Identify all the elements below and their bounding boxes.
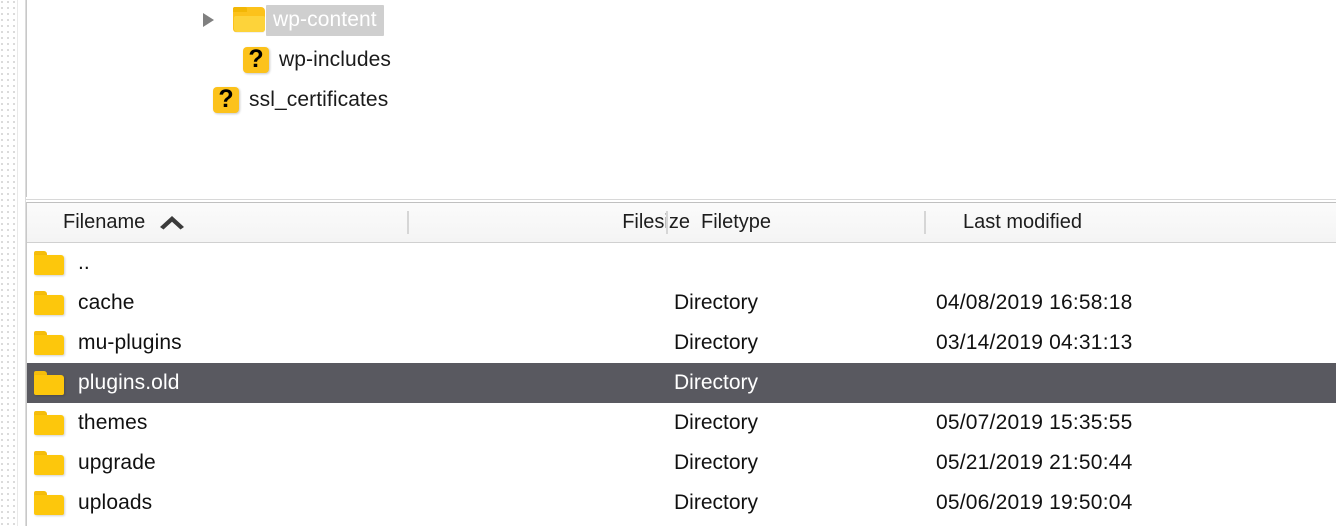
cell-last-modified: 04/08/2019 16:58:18	[936, 291, 1133, 314]
folder-icon	[34, 331, 64, 355]
cell-last-modified: 05/21/2019 21:50:44	[936, 451, 1133, 474]
directory-tree-list[interactable]: wp-content? wp-includes? ssl_certificates	[27, 0, 1336, 197]
column-header-filetype[interactable]: Filetype	[701, 203, 944, 242]
cell-filesize	[420, 483, 663, 523]
column-header-last-modified[interactable]: Last modified	[963, 203, 1336, 242]
cell-last-modified: 05/06/2019 19:50:04	[936, 491, 1133, 514]
cell-filename: mu-plugins	[27, 323, 423, 363]
cell-filename: cache	[27, 283, 423, 323]
file-list-rows[interactable]: .. cache Directory 04/08/2019 16:58:18 mu-pl…	[27, 243, 1336, 523]
folder-open-icon	[233, 7, 265, 33]
cell-filetype: Directory	[674, 371, 759, 394]
chevron-up-icon	[157, 212, 187, 230]
cell-last-modified	[936, 363, 1336, 403]
tree-item-label: wp-content	[266, 4, 384, 36]
folder-unknown-icon: ?	[243, 47, 269, 73]
filename-label: ..	[78, 251, 90, 274]
column-header-label: Filetype	[701, 211, 772, 233]
column-resize-handle[interactable]	[407, 211, 409, 234]
column-header-filename[interactable]: Filename	[63, 203, 423, 242]
table-row[interactable]: mu-plugins Directory 03/14/2019 04:31:13	[27, 323, 1336, 363]
cell-filename: ..	[27, 243, 423, 283]
folder-icon	[34, 451, 64, 475]
column-header-label: Filename	[63, 211, 146, 233]
folder-unknown-icon: ?	[213, 87, 239, 113]
cell-filename: uploads	[27, 483, 423, 523]
cell-filesize	[420, 323, 663, 363]
cell-filesize	[420, 283, 663, 323]
table-row[interactable]: cache Directory 04/08/2019 16:58:18	[27, 283, 1336, 323]
filename-label: uploads	[78, 491, 153, 514]
file-list-header[interactable]: Filename Filesize Filetype Last modified	[27, 203, 1336, 243]
filename-label: plugins.old	[78, 371, 180, 394]
folder-icon	[34, 411, 64, 435]
tree-item-wp-includes[interactable]: ? wp-includes	[243, 40, 395, 80]
folder-icon	[34, 291, 64, 315]
cell-filesize	[420, 443, 663, 483]
cell-filetype: Directory	[674, 491, 759, 514]
column-resize-handle[interactable]	[924, 211, 926, 234]
cell-last-modified: 03/14/2019 04:31:13	[936, 331, 1133, 354]
question-mark-glyph: ?	[218, 85, 234, 113]
cell-filetype: Directory	[674, 411, 759, 434]
panel-divider-hairline	[26, 199, 1336, 200]
cell-filename: themes	[27, 403, 423, 443]
tree-item-ssl_certificates[interactable]: ? ssl_certificates	[213, 80, 392, 120]
folder-icon	[34, 251, 64, 275]
tree-item-label: ssl_certificates	[249, 88, 389, 111]
cell-filesize	[420, 243, 663, 283]
cell-filetype: Directory	[674, 291, 759, 314]
table-row[interactable]: themes Directory 05/07/2019 15:35:55	[27, 403, 1336, 443]
table-row[interactable]: uploads Directory 05/06/2019 19:50:04	[27, 483, 1336, 523]
column-header-filesize[interactable]: Filesize	[447, 203, 690, 242]
filename-label: mu-plugins	[78, 331, 182, 354]
column-resize-handle[interactable]	[666, 211, 668, 234]
folder-icon	[34, 371, 64, 395]
cell-filename: upgrade	[27, 443, 423, 483]
cell-filename: plugins.old	[27, 363, 423, 403]
cell-filesize	[420, 363, 663, 403]
directory-tree-panel: wp-content? wp-includes? ssl_certificates	[26, 0, 1336, 198]
cell-filetype: Directory	[674, 451, 759, 474]
table-row[interactable]: upgrade Directory 05/21/2019 21:50:44	[27, 443, 1336, 483]
table-row[interactable]: plugins.old Directory	[27, 363, 1336, 403]
vertical-scrollbar-track[interactable]	[0, 0, 18, 526]
cell-filesize	[420, 403, 663, 443]
filezilla-remote-pane: wp-content? wp-includes? ssl_certificates …	[0, 0, 1336, 526]
triangle-right-icon[interactable]	[203, 13, 214, 27]
column-header-label: Filesize	[622, 211, 690, 233]
cell-filetype	[674, 243, 917, 283]
folder-icon	[34, 491, 64, 515]
filename-label: upgrade	[78, 451, 156, 474]
tree-item-wp-content[interactable]: wp-content	[203, 0, 384, 40]
table-row[interactable]: ..	[27, 243, 1336, 283]
file-list-panel: Filename Filesize Filetype Last modified ..…	[26, 202, 1336, 526]
cell-last-modified	[936, 243, 1336, 283]
column-header-label: Last modified	[963, 211, 1082, 233]
cell-filetype: Directory	[674, 331, 759, 354]
filename-label: cache	[78, 291, 135, 314]
tree-item-label: wp-includes	[279, 48, 391, 71]
filename-label: themes	[78, 411, 148, 434]
question-mark-glyph: ?	[248, 45, 264, 73]
cell-last-modified: 05/07/2019 15:35:55	[936, 411, 1133, 434]
